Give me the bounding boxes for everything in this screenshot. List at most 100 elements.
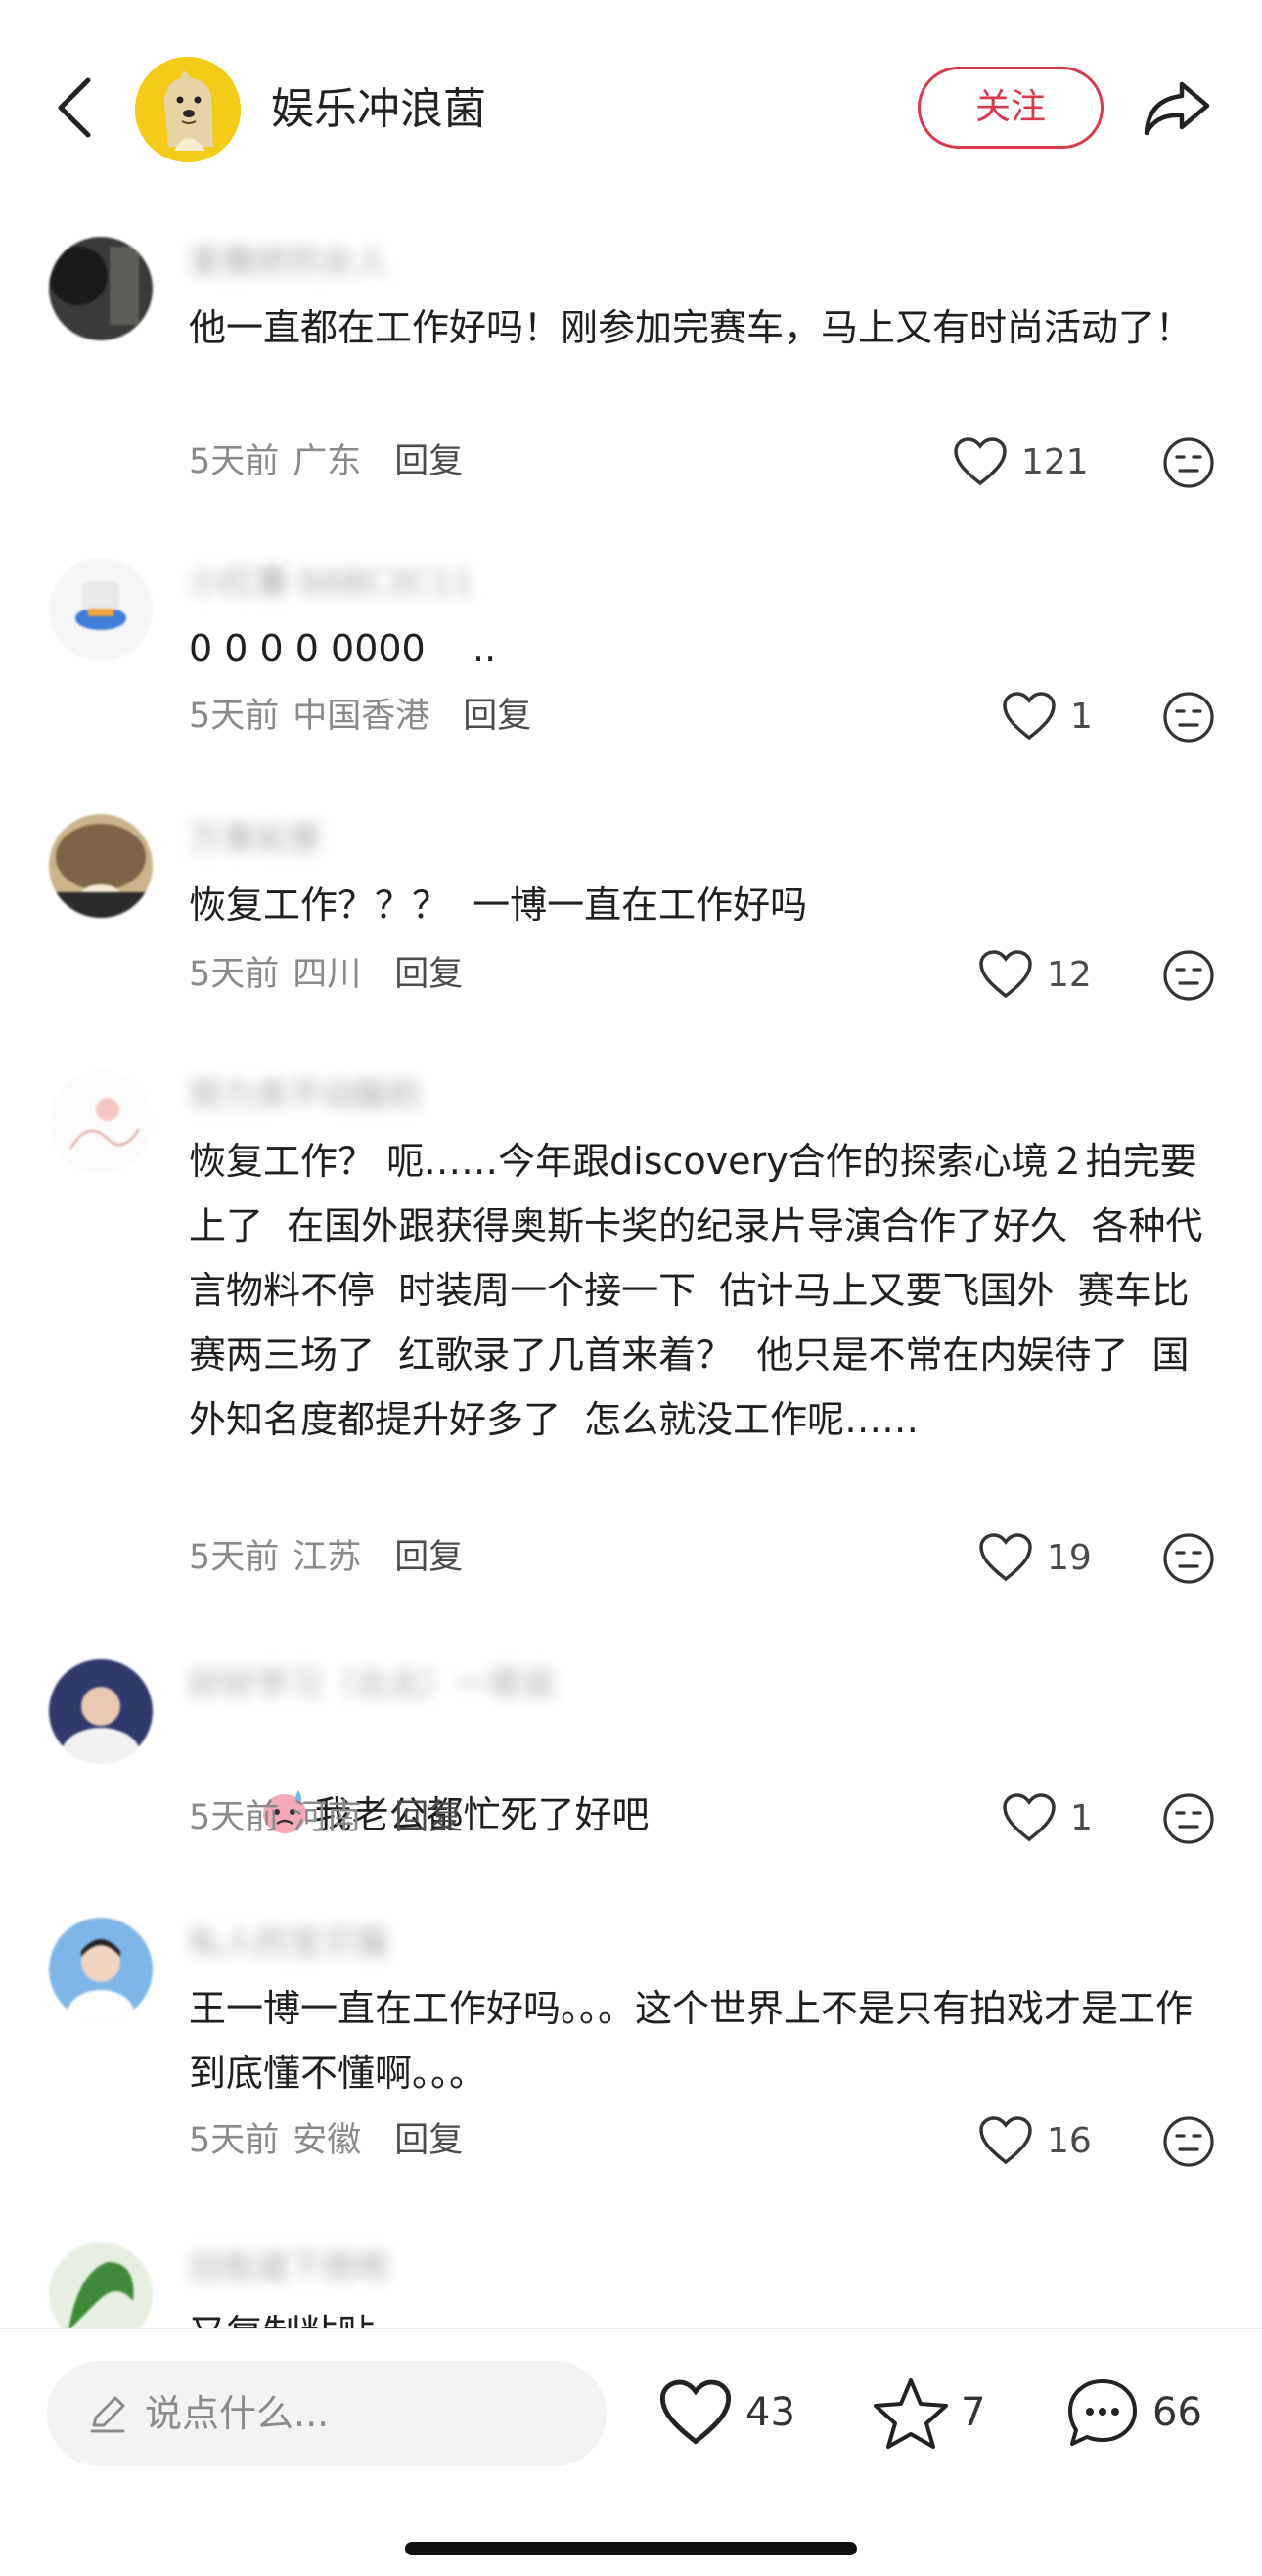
share-button[interactable] <box>1139 70 1213 145</box>
emoji-reaction-button[interactable] <box>1162 949 1215 1002</box>
chat-bubble-icon <box>1068 2379 1137 2446</box>
author-avatar[interactable] <box>135 57 241 162</box>
star-icon <box>874 2378 948 2449</box>
commenter-avatar[interactable] <box>49 237 153 340</box>
comment-time: 5天前 <box>189 697 280 736</box>
reply-button[interactable]: 回复 <box>394 1538 463 1577</box>
emoji-reaction-button[interactable] <box>1162 2115 1215 2168</box>
comment-time: 5天前 <box>189 2121 280 2160</box>
comment-time: 5天前 <box>189 442 280 481</box>
comment-location: 四川 <box>293 955 362 994</box>
comment-like-button[interactable]: 121 <box>953 432 1089 491</box>
heart-icon <box>979 950 1032 999</box>
follow-button[interactable]: 关注 <box>918 67 1104 149</box>
collect-button[interactable]: 7 <box>873 2369 985 2457</box>
comment-like-button[interactable]: 12 <box>978 945 1092 1004</box>
comment-location: 中国香港 <box>293 697 430 736</box>
comment-like-button[interactable]: 19 <box>978 1528 1092 1587</box>
commenter-name[interactable]: 努力卖不动酸奶 <box>189 1076 422 1115</box>
emoji-reaction-button[interactable] <box>1162 1792 1215 1845</box>
comment-time: 5天前 <box>189 955 280 994</box>
comment-meta: 5天前 江苏 回复 <box>189 1532 463 1583</box>
commenter-name[interactable]: 爱撒娇的女人 <box>189 243 388 282</box>
like-post-button[interactable]: 43 <box>657 2369 795 2457</box>
like-count: 121 <box>1021 441 1089 482</box>
comment-meta: 5天前 广东 回复 <box>189 436 463 487</box>
heart-icon <box>1003 692 1056 741</box>
heart-icon <box>979 1533 1032 1582</box>
comment-text[interactable]: 0 0 0 0 0000 .. <box>189 616 1226 681</box>
neutral-face-icon <box>1163 2116 1214 2167</box>
heart-icon <box>979 2116 1032 2165</box>
comment-text[interactable]: 恢复工作？ 呃……今年跟discovery合作的探索心境２拍完要上了 在国外跟获… <box>189 1129 1226 1452</box>
comment-count: 66 <box>1152 2390 1202 2435</box>
comment-item: 万事如意 恢复工作？？？ 一博一直在工作好吗 5天前 四川 回复 12 <box>0 812 1262 1008</box>
comment-item: 小红薯 66BC3C11 0 0 0 0 0000 .. 5天前 中国香港 回复 1 <box>0 556 1262 751</box>
doge-avatar-image <box>135 57 241 162</box>
comment-text[interactable]: 王一博一直在工作好吗。。。这个世界上不是只有拍戏才是工作到底懂不懂啊。。。 <box>189 1976 1226 2105</box>
comment-text[interactable]: 恢复工作？？？ 一博一直在工作好吗 <box>189 873 1226 937</box>
reply-button[interactable]: 回复 <box>394 1798 463 1837</box>
bottom-action-bar: 说点什么... 43 7 66 <box>0 2328 1262 2576</box>
heart-icon <box>659 2379 732 2445</box>
comment-like-button[interactable]: 1 <box>1002 1788 1093 1847</box>
commenter-name[interactable]: 旧街道下雨吧 <box>189 2248 388 2287</box>
reply-button[interactable]: 回复 <box>394 2121 463 2160</box>
comment-meta: 5天前 河南 回复 <box>189 1792 463 1843</box>
like-count: 19 <box>1047 1537 1092 1578</box>
comment-like-button[interactable]: 16 <box>978 2111 1092 2170</box>
comments-button[interactable]: 66 <box>1064 2369 1202 2457</box>
share-arrow-icon <box>1144 81 1210 136</box>
comment-location: 河南 <box>293 1798 362 1837</box>
reply-button[interactable]: 回复 <box>394 955 463 994</box>
commenter-name[interactable]: 小红薯 66BC3C11 <box>189 564 473 603</box>
like-count: 1 <box>1070 1797 1093 1838</box>
comment-input[interactable]: 说点什么... <box>47 2361 607 2466</box>
commenter-avatar[interactable] <box>49 814 153 918</box>
like-count: 43 <box>745 2390 795 2435</box>
neutral-face-icon <box>1163 950 1214 1001</box>
heart-icon <box>1003 1793 1056 1842</box>
emoji-reaction-button[interactable] <box>1162 1532 1215 1585</box>
commenter-avatar[interactable] <box>49 558 153 661</box>
comment-location: 江苏 <box>293 1538 362 1577</box>
commenter-name[interactable]: 私人的宝贝猫 <box>189 1923 388 1963</box>
comment-item: 爱撒娇的女人 他一直都在工作好吗！刚参加完赛车，马上又有时尚活动了！ 5天前 广东… <box>0 235 1262 499</box>
home-indicator[interactable] <box>405 2542 857 2555</box>
comment-meta: 5天前 安徽 回复 <box>189 2115 463 2166</box>
heart-icon <box>954 437 1007 486</box>
comment-text[interactable]: 他一直都在工作好吗！刚参加完赛车，马上又有时尚活动了！ <box>189 295 1226 360</box>
comment-location: 广东 <box>293 442 362 481</box>
comment-meta: 5天前 中国香港 回复 <box>189 691 531 742</box>
neutral-face-icon <box>1163 1793 1214 1844</box>
commenter-avatar[interactable] <box>49 1659 153 1763</box>
like-count: 16 <box>1047 2120 1092 2161</box>
comment-time: 5天前 <box>189 1538 280 1577</box>
author-name[interactable]: 娱乐冲浪菌 <box>271 80 486 139</box>
commenter-avatar[interactable] <box>49 1918 153 2021</box>
comment-item: 好好学习（北北）一哥说 我老公都忙死了好吧 5天前 河南 回复 1 <box>0 1657 1262 1853</box>
emoji-reaction-button[interactable] <box>1162 436 1215 489</box>
emoji-reaction-button[interactable] <box>1162 691 1215 744</box>
like-count: 1 <box>1070 696 1093 737</box>
like-count: 12 <box>1047 954 1092 995</box>
avatar-image <box>49 1070 153 1174</box>
commenter-avatar[interactable] <box>49 1070 153 1174</box>
back-button[interactable] <box>47 68 106 147</box>
comment-meta: 5天前 四川 回复 <box>189 949 463 1000</box>
avatar-image <box>49 814 153 918</box>
top-header: 娱乐冲浪菌 关注 <box>0 0 1262 220</box>
reply-button[interactable]: 回复 <box>463 697 531 736</box>
reply-button[interactable]: 回复 <box>394 442 463 481</box>
avatar-image <box>49 558 153 661</box>
comment-location: 安徽 <box>293 2121 362 2160</box>
neutral-face-icon <box>1163 692 1214 743</box>
neutral-face-icon <box>1163 437 1214 488</box>
avatar-image <box>49 1659 153 1763</box>
comment-input-placeholder: 说点什么... <box>145 2392 330 2435</box>
commenter-name[interactable]: 万事如意 <box>189 820 322 859</box>
comment-item: 努力卖不动酸奶 恢复工作？ 呃……今年跟discovery合作的探索心境２拍完要… <box>0 1068 1262 1587</box>
commenter-name[interactable]: 好好学习（北北）一哥说 <box>189 1665 555 1704</box>
pencil-icon <box>90 2396 125 2433</box>
comment-like-button[interactable]: 1 <box>1002 687 1093 746</box>
